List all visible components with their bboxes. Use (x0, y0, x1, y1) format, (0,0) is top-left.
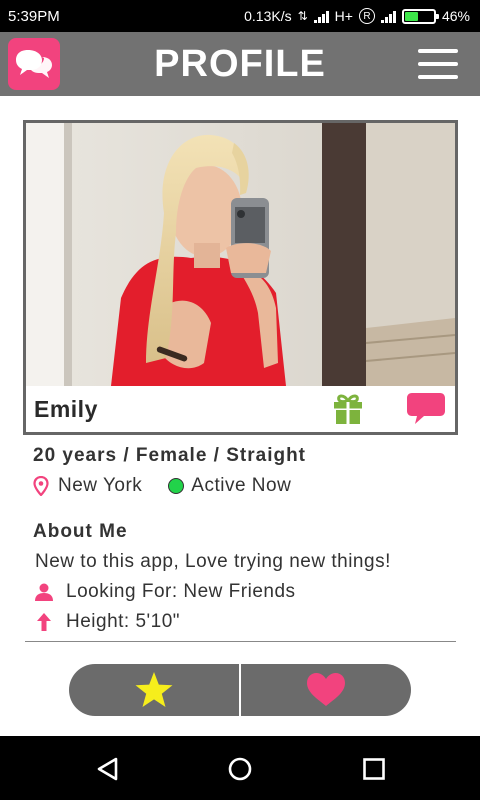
like-button[interactable] (241, 664, 411, 716)
speech-bubble-icon[interactable] (406, 391, 446, 427)
location-row: New York Active Now (33, 475, 453, 497)
person-icon (33, 581, 55, 603)
home-circle-icon[interactable] (227, 756, 253, 782)
activity-status: Active Now (191, 475, 292, 496)
profile-photo[interactable] (26, 123, 455, 386)
roaming-icon: R (358, 8, 375, 24)
profile-name: Emily (34, 395, 98, 422)
app-header: PROFILE (0, 32, 480, 96)
status-indicators: 0.13K/s ⇅ H+ R 46% (244, 8, 470, 24)
recents-square-icon[interactable] (361, 756, 387, 782)
status-time: 5:39PM (8, 7, 60, 25)
profile-card: Emily (23, 120, 458, 435)
star-icon (135, 672, 173, 707)
height-row: Height: 5'10" (33, 611, 453, 633)
height-text: Height: 5'10" (66, 611, 181, 632)
heart-icon (307, 673, 345, 706)
looking-for-row: Looking For: New Friends (33, 581, 453, 603)
battery-fill (404, 11, 418, 21)
back-triangle-icon[interactable] (95, 756, 121, 782)
system-nav-bar (0, 736, 480, 800)
about-text: New to this app, Love trying new things! (35, 551, 391, 572)
profile-info: 20 years / Female / Straight New York Ac… (33, 445, 453, 633)
status-bar: 5:39PM 0.13K/s ⇅ H+ R 46% (0, 0, 480, 32)
location-text: New York (58, 475, 143, 496)
location-pin-icon (33, 476, 49, 496)
active-status-dot (168, 478, 185, 494)
name-row: Emily (26, 386, 455, 432)
gift-icon[interactable] (332, 392, 364, 424)
battery-icon (401, 8, 439, 24)
network-type: H+ (334, 8, 353, 24)
page-title: PROFILE (154, 42, 326, 85)
favorite-button[interactable] (69, 664, 239, 716)
action-bar (69, 664, 411, 716)
looking-for-text: Looking For: New Friends (66, 581, 296, 602)
signal-icon (313, 10, 329, 23)
data-transfer-icon: ⇅ (297, 9, 308, 23)
profile-stats: 20 years / Female / Straight (33, 445, 307, 466)
divider (25, 641, 456, 642)
battery-percent: 46% (441, 8, 470, 24)
signal-icon-secondary (380, 10, 396, 23)
arrow-up-icon (33, 611, 55, 633)
hamburger-menu-icon[interactable] (418, 49, 458, 79)
chat-bubbles-icon[interactable] (8, 38, 60, 90)
network-speed: 0.13K/s (244, 8, 292, 24)
about-title: About Me (33, 521, 128, 542)
